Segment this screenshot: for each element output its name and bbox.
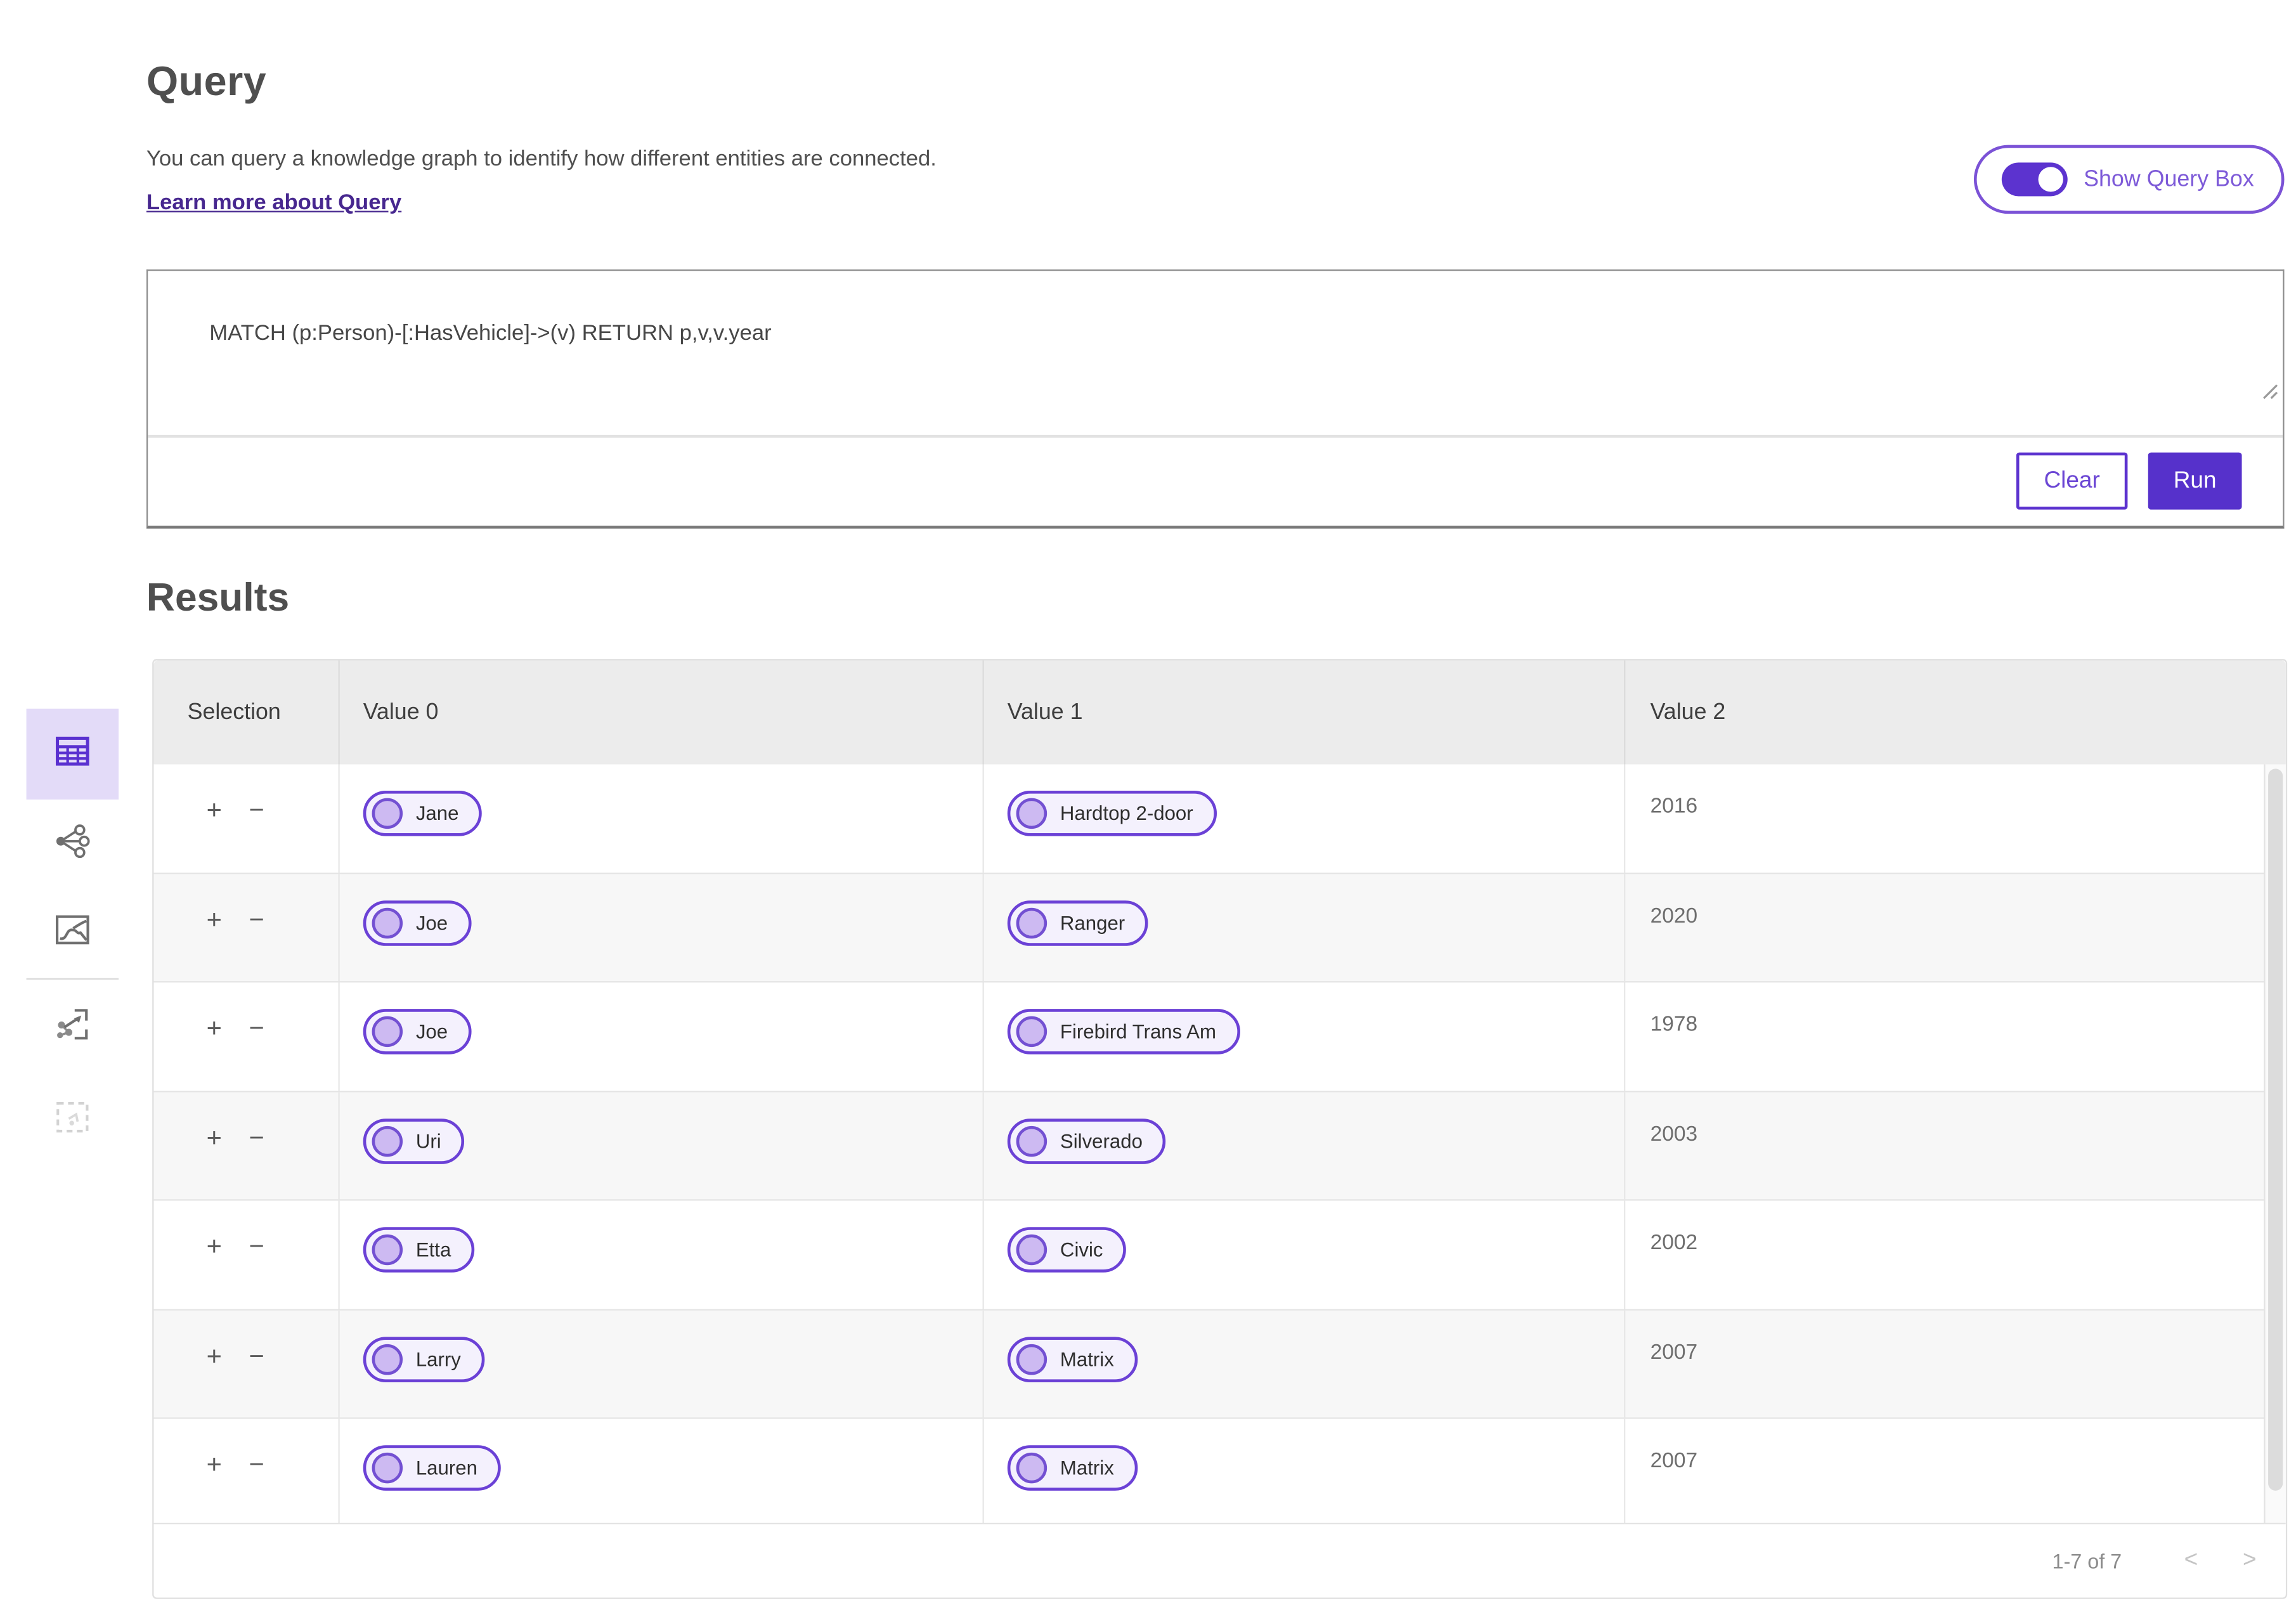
pagination-prev-icon[interactable]: < [2184,1548,2198,1574]
collapse-row-button[interactable]: − [249,1233,264,1259]
year-value: 2016 [1624,764,2265,872]
learn-more-link[interactable]: Learn more about Query [146,190,401,215]
query-text: MATCH (p:Person)-[:HasVehicle]->(v) RETU… [209,320,772,346]
table-row: + − Joe Firebird Trans Am 1978 [153,982,2266,1092]
table-row: + − Etta Civic 2002 [153,1200,2266,1310]
graph-export-icon [54,1008,89,1049]
node-circle-icon [372,1343,403,1375]
vehicle-node-chip[interactable]: Ranger [1007,900,1149,945]
person-node-chip[interactable]: Larry [363,1336,484,1382]
route-icon [55,914,89,951]
query-toolbar: Clear Run [148,438,2283,524]
show-query-box-toggle[interactable]: Show Query Box [1973,145,2285,214]
table-row: + − Joe Ranger 2020 [153,873,2266,983]
node-circle-icon [1016,907,1047,938]
column-header-value2: Value 2 [1624,660,2286,765]
sidebar-item-network-view[interactable] [42,815,101,874]
expand-row-button[interactable]: + [207,1342,222,1368]
node-circle-icon [1016,1016,1047,1047]
toggle-knob [2038,167,2063,192]
person-node-chip[interactable]: Jane [363,791,483,836]
year-value: 2002 [1624,1200,2265,1309]
page-description: You can query a knowledge graph to ident… [146,146,937,172]
query-textarea[interactable]: MATCH (p:Person)-[:HasVehicle]->(v) RETU… [148,271,2283,438]
table-row: + − Jane Hardtop 2-door 2016 [153,764,2266,874]
year-value: 2007 [1624,1418,2265,1527]
vehicle-node-chip[interactable]: Matrix [1007,1336,1138,1382]
sidebar-item-route-view[interactable] [42,904,101,962]
clear-button[interactable]: Clear [2016,452,2128,510]
table-row: + − Uri Silverado 2003 [153,1091,2266,1201]
page: Query You can query a knowledge graph to… [0,0,2296,1615]
vehicle-node-chip[interactable]: Matrix [1007,1445,1138,1491]
vehicle-node-chip[interactable]: Civic [1007,1227,1127,1273]
node-circle-icon [1016,1343,1047,1375]
resize-grip-icon[interactable] [2210,356,2278,431]
collapse-row-button[interactable]: − [249,796,264,823]
table-footer: 1-7 of 7 < > [153,1522,2286,1598]
node-circle-icon [372,1452,403,1484]
table-row: + − Lauren Matrix 2007 [153,1418,2266,1528]
column-header-value1: Value 1 [982,660,1624,765]
results-table: Selection Value 0 Value 1 Value 2 + − Ja… [152,659,2288,1599]
query-editor-panel: MATCH (p:Person)-[:HasVehicle]->(v) RETU… [146,269,2285,529]
node-circle-icon [1016,1125,1047,1157]
expand-row-button[interactable]: + [207,796,222,823]
expand-row-button[interactable]: + [207,1451,222,1478]
node-circle-icon [1016,1452,1047,1484]
table-scrollbar-thumb[interactable] [2268,769,2283,1491]
collapse-row-button[interactable]: − [249,1015,264,1041]
expand-row-button[interactable]: + [207,905,222,932]
person-node-chip[interactable]: Joe [363,1009,472,1054]
year-value: 2007 [1624,1309,2265,1418]
year-value: 2020 [1624,873,2265,982]
page-title: Query [146,58,267,104]
node-circle-icon [372,1125,403,1157]
person-node-chip[interactable]: Uri [363,1118,465,1164]
node-circle-icon [1016,798,1047,829]
person-node-chip[interactable]: Lauren [363,1445,501,1491]
expand-row-button[interactable]: + [207,1124,222,1150]
results-title: Results [146,575,290,619]
node-circle-icon [372,907,403,938]
pagination-next-icon[interactable]: > [2243,1548,2257,1574]
node-circle-icon [372,798,403,829]
collapse-row-button[interactable]: − [249,1124,264,1150]
person-node-chip[interactable]: Joe [363,900,472,945]
toggle-label: Show Query Box [2084,166,2254,191]
collapse-row-button[interactable]: − [249,1342,264,1368]
toggle-switch-icon[interactable] [2001,162,2068,197]
year-value: 2003 [1624,1091,2265,1200]
column-header-value0: Value 0 [338,660,982,765]
node-circle-icon [372,1234,403,1266]
collapse-row-button[interactable]: − [249,1451,264,1478]
table-icon [55,736,89,772]
collapse-row-button[interactable]: − [249,905,264,932]
year-value: 1978 [1624,982,2265,1091]
sidebar-item-selection-tool[interactable] [42,1091,101,1149]
vehicle-node-chip[interactable]: Hardtop 2-door [1007,791,1217,836]
expand-row-button[interactable]: + [207,1233,222,1259]
column-header-selection: Selection [187,699,281,724]
vehicle-node-chip[interactable]: Firebird Trans Am [1007,1009,1240,1054]
expand-row-button[interactable]: + [207,1015,222,1041]
table-scrollbar-track[interactable] [2264,764,2286,1524]
sidebar-item-table-view[interactable] [26,708,119,800]
node-circle-icon [1016,1234,1047,1266]
person-node-chip[interactable]: Etta [363,1227,475,1273]
sidebar-divider [26,978,119,980]
results-table-header: Selection Value 0 Value 1 Value 2 [153,660,2286,765]
pagination-range: 1-7 of 7 [2052,1549,2122,1573]
vehicle-node-chip[interactable]: Silverado [1007,1118,1166,1164]
sidebar-item-open-in-graph[interactable] [42,999,101,1057]
run-button[interactable]: Run [2148,452,2242,510]
node-circle-icon [372,1016,403,1047]
table-row: + − Larry Matrix 2007 [153,1309,2266,1419]
network-icon [53,824,90,866]
selection-icon [55,1100,89,1139]
